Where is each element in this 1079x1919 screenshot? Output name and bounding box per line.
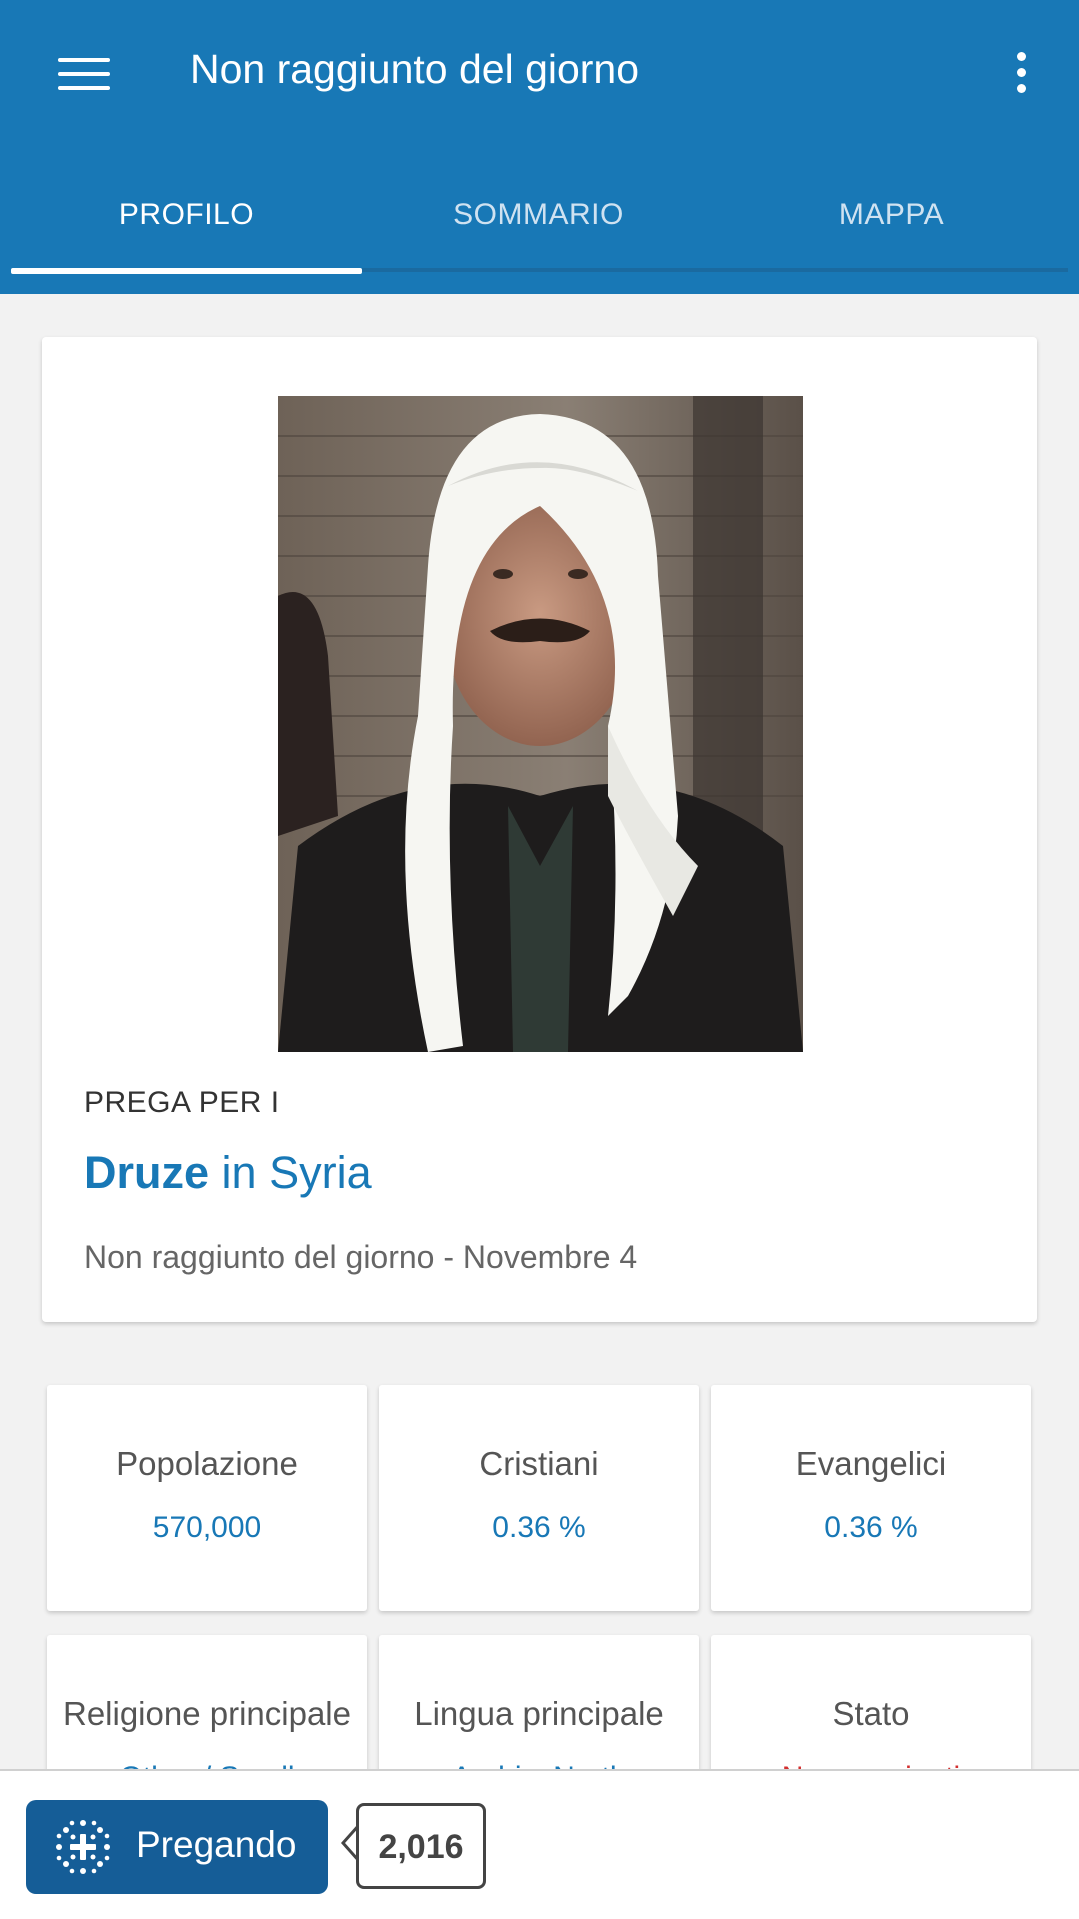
stat-label: Religione principale — [62, 1695, 351, 1732]
people-group-title[interactable]: Druze in Syria — [84, 1147, 372, 1199]
praying-button[interactable]: Pregando — [26, 1800, 328, 1894]
pray-for-label: PREGA PER I — [84, 1086, 280, 1119]
menu-icon[interactable] — [58, 55, 110, 93]
unreached-of-day-date: Non raggiunto del giorno - Novembre 4 — [84, 1239, 638, 1275]
tab-track — [362, 268, 1068, 272]
people-group-name: Druze — [84, 1147, 210, 1198]
prayer-icon — [56, 1820, 110, 1874]
stat-card-population: Popolazione 570,000 — [47, 1385, 367, 1611]
app-bar: Non raggiunto del giorno PROFILO SOMMARI… — [0, 0, 1079, 294]
stat-value: 570,000 — [152, 1511, 262, 1544]
tab-mappa[interactable]: MAPPA — [715, 198, 1068, 238]
stat-card-evangelicals: Evangelici 0.36 % — [711, 1385, 1031, 1611]
profile-card: PREGA PER I Druze in Syria Non raggiunto… — [42, 337, 1037, 1322]
stat-label: Cristiani — [479, 1445, 599, 1482]
stat-card-christians: Cristiani 0.36 % — [379, 1385, 699, 1611]
stat-value: 0.36 % — [492, 1511, 586, 1544]
bottom-bar: Pregando 2,016 — [0, 1769, 1079, 1919]
tab-indicator — [11, 268, 362, 274]
people-group-photo — [278, 396, 803, 1052]
praying-button-label: Pregando — [136, 1824, 297, 1865]
tab-sommario[interactable]: SOMMARIO — [362, 198, 715, 238]
stat-value: 0.36 % — [824, 1511, 918, 1544]
tab-profilo[interactable]: PROFILO — [11, 198, 362, 238]
app-title: Non raggiunto del giorno — [190, 46, 640, 92]
stat-label: Popolazione — [116, 1445, 298, 1482]
prayer-count-bubble: 2,016 — [340, 1803, 490, 1893]
stat-label: Stato — [832, 1695, 910, 1732]
more-vert-icon[interactable] — [1005, 50, 1037, 96]
prayer-count: 2,016 — [378, 1828, 464, 1866]
stat-label: Lingua principale — [414, 1695, 664, 1732]
people-group-location: in Syria — [221, 1147, 372, 1198]
stat-label: Evangelici — [795, 1445, 947, 1482]
